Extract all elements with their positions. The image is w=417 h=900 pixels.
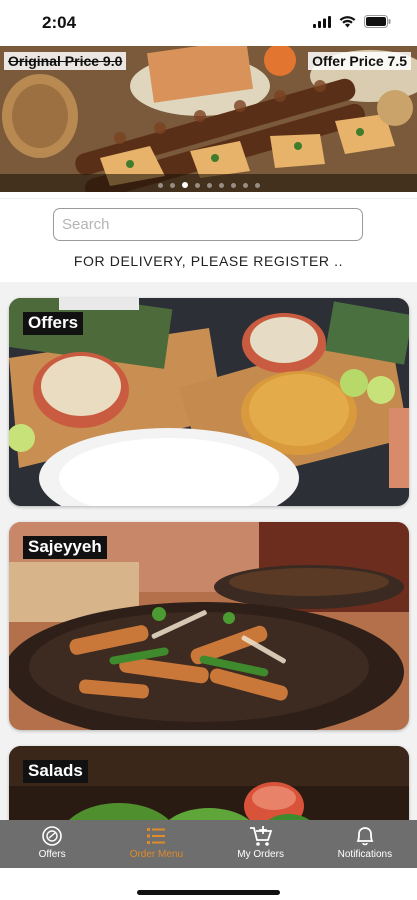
home-indicator[interactable] <box>137 890 280 895</box>
cart-icon <box>249 826 272 846</box>
offer-banner[interactable]: Original Price 9.0 Offer Price 7.5 <box>0 46 417 192</box>
category-list[interactable]: Offers Sajeyyeh Salads <box>0 282 417 820</box>
wifi-icon <box>339 15 356 27</box>
search-input[interactable] <box>53 208 363 241</box>
pager-dot[interactable] <box>254 182 260 188</box>
offer-price: Offer Price 7.5 <box>308 52 411 70</box>
category-label: Sajeyyeh <box>23 536 107 559</box>
tab-label: My Orders <box>237 849 284 860</box>
battery-icon <box>364 15 391 28</box>
pager-dot[interactable] <box>230 182 236 188</box>
tab-label: Notifications <box>337 849 393 860</box>
status-bar: 2:04 <box>0 0 417 46</box>
category-label: Salads <box>23 760 88 783</box>
category-card-salads[interactable]: Salads <box>9 746 409 820</box>
offers-icon <box>42 826 62 846</box>
search-section: FOR DELIVERY, PLEASE REGISTER .. <box>0 198 417 284</box>
pager-dot[interactable] <box>194 182 200 188</box>
menu-list-icon <box>147 828 166 844</box>
pager-dot[interactable] <box>169 182 175 188</box>
tab-notifications[interactable]: Notifications <box>313 820 417 868</box>
pager-dot[interactable] <box>206 182 212 188</box>
tab-label: Offers <box>38 849 66 860</box>
category-card-offers[interactable]: Offers <box>9 298 409 506</box>
category-image-salads <box>9 746 409 820</box>
pager-dot[interactable] <box>242 182 248 188</box>
category-card-sajeyyeh[interactable]: Sajeyyeh <box>9 522 409 730</box>
status-icons <box>313 15 391 28</box>
tab-my-orders[interactable]: My Orders <box>209 820 313 868</box>
signal-icon <box>313 15 331 28</box>
banner-pager[interactable] <box>0 182 417 188</box>
category-label: Offers <box>23 312 84 335</box>
pager-dot[interactable] <box>181 182 188 188</box>
pager-dot[interactable] <box>157 182 163 188</box>
tab-bar: Offers Order Menu My Orders Notification… <box>0 820 417 868</box>
tab-offers[interactable]: Offers <box>0 820 104 868</box>
original-price: Original Price 9.0 <box>4 52 127 70</box>
pager-dot[interactable] <box>218 182 224 188</box>
status-time: 2:04 <box>42 13 77 32</box>
home-indicator-area <box>0 868 417 900</box>
bell-icon <box>356 827 374 846</box>
tab-label: Order Menu <box>129 849 184 860</box>
register-notice[interactable]: FOR DELIVERY, PLEASE REGISTER .. <box>0 253 417 269</box>
tab-order-menu[interactable]: Order Menu <box>104 820 208 868</box>
